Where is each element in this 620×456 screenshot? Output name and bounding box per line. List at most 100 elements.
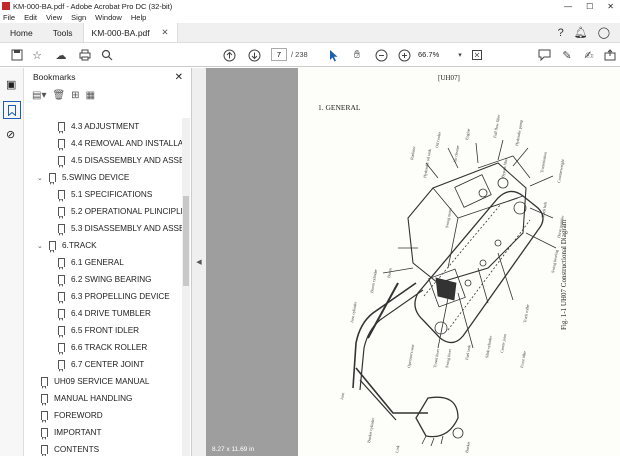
callout-hydraulic-pump: Hydraulic pump [514,120,523,147]
bookmark-item[interactable]: ⌄ 6.TRACK [37,237,182,254]
menu-file[interactable]: File [3,13,15,22]
maximize-button[interactable]: ☐ [586,2,593,11]
bookmark-from-selection-icon[interactable]: ▦ [86,90,95,101]
menu-window[interactable]: Window [95,13,122,22]
callout-slide-cylinder: Slide cylinder [484,335,493,359]
bookmark-item[interactable]: 6.7 CENTER JOINT [58,356,182,373]
delete-bookmark-icon[interactable]: 🗑︎ [52,90,65,101]
bookmark-item[interactable]: 4.4 REMOVAL AND INSTALLATI [58,135,182,152]
fit-page-icon[interactable] [470,48,484,62]
bookmark-item[interactable]: MANUAL HANDLING [41,390,182,407]
bookmarks-scrollbar[interactable] [182,118,190,456]
menu-help[interactable]: Help [131,13,146,22]
collapse-arrow-icon[interactable]: ◀ [196,258,201,266]
help-icon[interactable]: ? [558,27,564,39]
bookmark-icon [58,207,65,219]
user-icon[interactable]: ◯ [598,26,610,39]
bookmark-item[interactable]: 5.1 SPECIFICATIONS [58,186,182,203]
bookmark-item[interactable]: 6.5 FRONT IDLER [58,322,182,339]
page-number-input[interactable] [271,48,287,61]
page-thumbnails-icon[interactable]: ▣ [6,78,16,91]
document-tab-label: KM-000-BA.pdf [91,27,150,38]
tab-home[interactable]: Home [0,23,43,42]
attachments-icon[interactable]: ⊘ [6,128,15,141]
minimize-button[interactable]: — [564,2,572,11]
toolbar: ☆ ☁ ✋︎ ▾ ✎ ✍︎ [0,43,620,67]
window-title: KM-000-BA.pdf - Adobe Acrobat Pro DC (32… [13,1,173,11]
panel-collapse-splitter[interactable]: ◀ [192,68,206,456]
chevron-down-icon[interactable]: ⌄ [37,242,47,250]
bookmark-icon [41,377,48,389]
bookmark-tree: 4.3 ADJUSTMENT 4.4 REMOVAL AND INSTALLAT… [24,118,182,456]
close-panel-icon[interactable]: ✕ [175,72,183,83]
bookmark-item[interactable]: CONTENTS [41,441,182,456]
zoom-in-icon[interactable] [397,48,411,62]
bookmarks-panel-icon[interactable] [3,101,21,119]
tab-bar: Home Tools KM-000-BA.pdf ✕ ? 🔔︎ ◯ [0,23,620,43]
pdf-page: [UH07] 1. GENERAL Radiator Oil cooler En… [298,68,620,456]
bookmark-star-icon[interactable]: ☆ [30,48,44,62]
select-cursor-icon[interactable] [327,48,341,62]
callout-engine: Engine [464,128,471,140]
previous-page-icon[interactable] [222,48,236,62]
options-menu-icon[interactable]: ▤▾ [32,90,46,101]
bookmark-item[interactable]: 4.3 ADJUSTMENT [58,118,182,135]
callout-swing-lever: Swing lever [444,348,452,368]
comment-icon[interactable] [537,48,551,62]
scrollbar-thumb[interactable] [183,196,189,286]
document-canvas[interactable]: [UH07] 1. GENERAL Radiator Oil cooler En… [206,68,620,456]
bookmark-item[interactable]: 5.2 OPERATIONAL PLINCIPLE [58,203,182,220]
bookmark-icon [58,258,65,270]
bookmark-item[interactable]: 6.4 DRIVE TUMBLER [58,305,182,322]
tab-tools[interactable]: Tools [43,23,83,42]
next-page-icon[interactable] [247,48,261,62]
callout-front-idler: Front idler [519,350,527,368]
callout-hydraulic-oil-tank: Hydraulic oil tank [422,149,432,179]
callout-radiator: Radiator [409,145,416,160]
bookmark-item[interactable]: ⌄ 5.SWING DEVICE [37,169,182,186]
bookmark-icon [49,241,56,253]
sign-icon[interactable]: ✍︎ [582,48,596,62]
callout-counterweight: Counterweight [556,158,565,183]
bookmark-icon [41,394,48,406]
bell-icon[interactable]: 🔔︎ [574,26,588,39]
zoom-out-icon[interactable] [374,48,388,62]
callout-travel-lever: Travel lever [432,348,440,369]
new-bookmark-icon[interactable]: ⊞ [71,90,79,101]
page-size-indicator: 8.27 x 11.69 in [212,446,255,453]
bookmark-item[interactable]: 6.6 TRACK ROLLER [58,339,182,356]
callout-operators-seat: Operator's seat [406,343,415,368]
menu-view[interactable]: View [46,13,62,22]
bookmark-item[interactable]: UH09 SERVICE MANUAL [41,373,182,390]
bookmark-icon [58,309,65,321]
bookmark-item[interactable]: IMPORTANT [41,424,182,441]
callout-track-roller: Track roller [522,303,530,323]
hand-tool-icon[interactable]: ✋︎ [350,48,364,62]
menu-edit[interactable]: Edit [24,13,37,22]
bookmark-item[interactable]: 4.5 DISASSEMBLY AND ASSEM [58,152,182,169]
left-navigation-rail: ▣ ⊘ [0,68,24,456]
close-window-button[interactable]: ✕ [607,2,614,11]
share-icon[interactable] [603,48,617,62]
bookmark-item[interactable]: FOREWORD [41,407,182,424]
menu-sign[interactable]: Sign [71,13,86,22]
save-icon[interactable] [10,48,24,62]
bookmarks-title: Bookmarks [33,72,76,82]
bookmark-icon [58,224,65,236]
bookmark-item[interactable]: 6.3 PROPELLING DEVICE [58,288,182,305]
print-icon[interactable] [78,48,92,62]
highlight-pen-icon[interactable]: ✎ [560,48,574,62]
bookmark-item[interactable]: 6.1 GENERAL [58,254,182,271]
zoom-dropdown-icon[interactable]: ▾ [453,48,467,62]
close-tab-icon[interactable]: ✕ [161,27,168,38]
bookmark-icon [58,122,65,134]
tab-document[interactable]: KM-000-BA.pdf ✕ [82,23,178,42]
callout-boom: Boom [386,267,393,278]
bookmark-icon [58,156,65,168]
bookmark-item[interactable]: 5.3 DISASSEMBLY AND ASSEM [58,220,182,237]
bookmark-item[interactable]: 6.2 SWING BEARING [58,271,182,288]
chevron-down-icon[interactable]: ⌄ [37,174,47,182]
search-icon[interactable] [100,48,114,62]
zoom-level[interactable]: 66.7% [418,48,452,61]
cloud-upload-icon[interactable]: ☁ [54,48,68,62]
